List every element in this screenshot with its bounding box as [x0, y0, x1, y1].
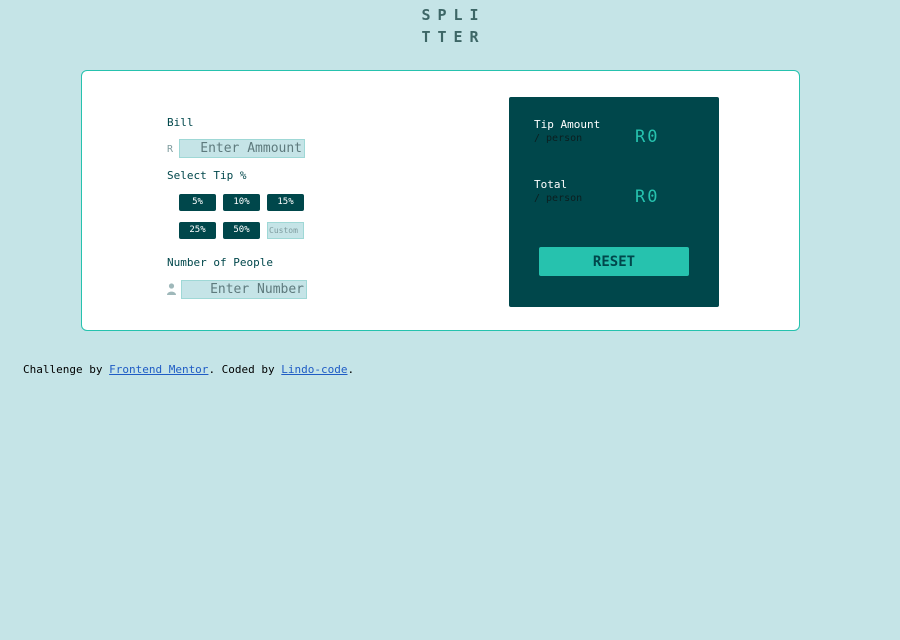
tip-button-50[interactable]: 50% [223, 222, 260, 239]
bill-label: Bill [167, 116, 194, 129]
currency-symbol: R [167, 144, 174, 155]
calculator-card: Bill R Select Tip % 5% 10% 15% 25% 50% N… [81, 70, 800, 331]
reset-button[interactable]: RESET [539, 247, 689, 276]
total-title: Total [534, 178, 568, 191]
total-value: R0 [635, 187, 660, 207]
select-tip-label: Select Tip % [167, 169, 247, 182]
tip-amount-value: R0 [635, 127, 660, 147]
people-label: Number of People [167, 256, 273, 269]
bill-input[interactable] [179, 139, 305, 158]
attribution-middle: . Coded by [208, 363, 282, 376]
logo-line-2: TTER [421, 28, 486, 46]
people-input[interactable] [181, 280, 307, 299]
tip-amount-per-person: / person [534, 133, 583, 144]
results-panel: Tip Amount / person R0 Total / person R0… [509, 97, 719, 307]
attribution-suffix: . [347, 363, 355, 376]
person-icon [167, 283, 176, 295]
total-per-person: / person [534, 193, 583, 204]
tip-button-25[interactable]: 25% [179, 222, 216, 239]
logo-line-1: SPLI [421, 6, 486, 24]
app-logo: SPLI TTER [0, 4, 900, 48]
frontend-mentor-link[interactable]: Frontend Mentor [109, 363, 208, 376]
attribution-prefix: Challenge by [23, 363, 110, 376]
tip-amount-title: Tip Amount [534, 118, 601, 131]
tip-button-5[interactable]: 5% [179, 194, 216, 211]
custom-tip-input[interactable] [267, 222, 304, 239]
author-link[interactable]: Lindo-code [281, 363, 347, 376]
tip-button-15[interactable]: 15% [267, 194, 304, 211]
tip-button-10[interactable]: 10% [223, 194, 260, 211]
attribution: Challenge by Frontend Mentor. Coded by L… [23, 363, 354, 376]
